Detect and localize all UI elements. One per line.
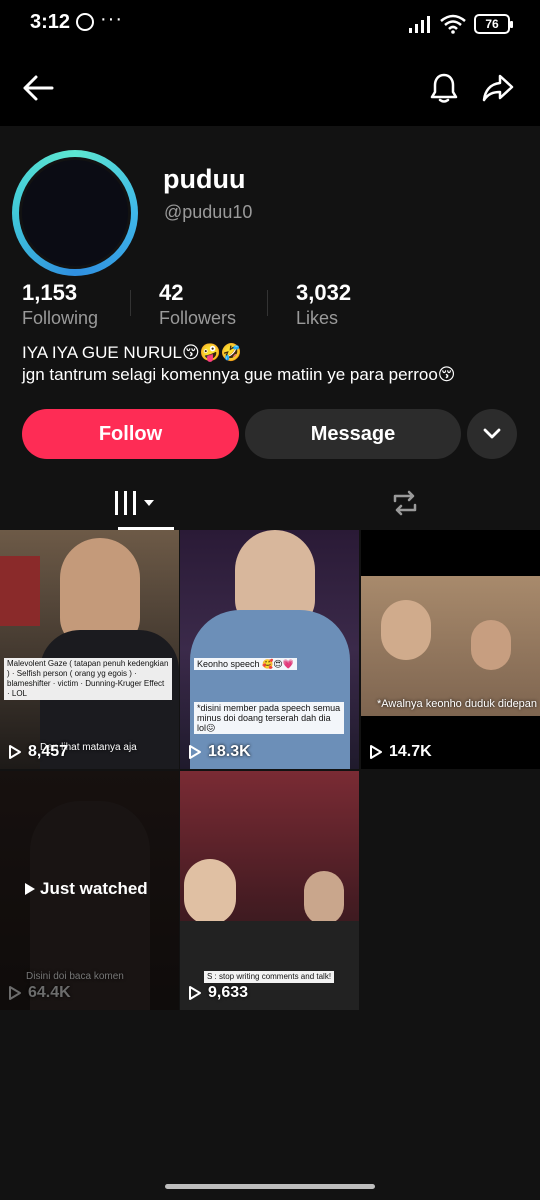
avatar[interactable]	[12, 150, 138, 276]
videos-grid-icon	[115, 491, 154, 515]
avatar-image	[19, 157, 131, 269]
video-thumbnail-face	[304, 871, 344, 925]
video-view-count: 64.4K	[28, 984, 71, 1001]
play-icon	[189, 745, 201, 759]
share-arrow-icon	[482, 74, 514, 102]
whatsapp-icon	[76, 13, 94, 31]
share-button[interactable]	[476, 66, 520, 110]
battery-icon: 76	[474, 14, 513, 34]
stat-following-label: Following	[22, 308, 99, 328]
status-bar: 3:12 ··· 76	[0, 0, 540, 50]
stat-likes[interactable]: 3,032 Likes	[296, 280, 351, 329]
video-views: 64.4K	[8, 984, 71, 1002]
profile-stats: 1,153 Following 42 Followers 3,032 Likes	[22, 280, 522, 328]
stat-followers-label: Followers	[159, 308, 237, 328]
video-view-count: 14.7K	[389, 743, 432, 760]
chevron-down-icon	[483, 428, 501, 439]
signal-icon	[409, 16, 430, 33]
stat-divider	[130, 290, 131, 316]
bio-line: IYA IYA GUE NURUL😚🤪🤣	[22, 343, 243, 362]
tab-videos[interactable]	[0, 476, 270, 530]
video-view-count: 18.3K	[208, 743, 251, 760]
video-views: 18.3K	[188, 743, 251, 761]
play-icon	[9, 745, 21, 759]
more-notifications-icon: ···	[100, 8, 123, 30]
video-view-count: 9,633	[208, 984, 249, 1001]
wifi-icon	[440, 14, 466, 34]
stat-following-value: 1,153	[22, 280, 78, 305]
video-views: 9,633	[188, 984, 248, 1002]
video-thumbnail-detail	[0, 556, 40, 626]
video-tile[interactable]: *Awalnya keonho duduk didepan 14.7K	[361, 530, 540, 769]
stat-followers-value: 42	[159, 280, 184, 305]
video-views: 14.7K	[369, 743, 432, 761]
stat-likes-label: Likes	[296, 308, 339, 328]
stat-likes-value: 3,032	[296, 280, 352, 305]
profile-tabs	[0, 476, 540, 530]
suggested-accounts-button[interactable]	[467, 409, 517, 459]
profile-content: puduu @puduu10 1,153 Following 42 Follow…	[0, 126, 540, 1200]
play-icon	[189, 986, 201, 1000]
video-tile[interactable]: Malevolent Gaze ( tatapan penuh kedengki…	[0, 530, 179, 769]
video-grid: Malevolent Gaze ( tatapan penuh kedengki…	[0, 530, 540, 1010]
follow-button[interactable]: Follow	[22, 409, 239, 459]
video-overlay-text: *Awalnya keonho duduk didepan	[377, 698, 538, 710]
top-nav	[0, 50, 540, 126]
profile-handle: @puduu10	[164, 202, 253, 222]
home-indicator[interactable]	[165, 1184, 375, 1189]
video-view-count: 8,457	[28, 743, 69, 760]
profile-bio: IYA IYA GUE NURUL😚🤪🤣 jgn tantrum selagi …	[22, 342, 532, 386]
just-watched-label: Just watched	[40, 879, 148, 898]
status-time: 3:12	[30, 11, 71, 33]
status-icons: 76	[408, 12, 513, 36]
video-tile[interactable]: S : stop writing comments and talk! 9,63…	[180, 771, 359, 1010]
video-caption: S : stop writing comments and talk!	[204, 971, 335, 983]
repost-icon	[393, 490, 417, 516]
video-overlay-text: Disini doi baca komen	[26, 971, 124, 982]
bell-icon	[430, 73, 458, 103]
video-tile[interactable]: Keonho speech 🥰😍💗 *disini member pada sp…	[180, 530, 359, 769]
play-icon	[9, 986, 21, 1000]
video-caption: Malevolent Gaze ( tatapan penuh kedengki…	[4, 658, 172, 700]
just-watched-badge: Just watched	[24, 879, 148, 899]
back-button[interactable]	[16, 66, 60, 110]
video-views: 8,457	[8, 743, 68, 761]
stat-divider	[267, 290, 268, 316]
video-thumbnail-face	[471, 620, 511, 670]
video-thumbnail-face	[184, 859, 236, 925]
notification-bell-button[interactable]	[422, 66, 466, 110]
video-thumbnail-face	[381, 600, 431, 660]
video-caption-secondary: *disini member pada speech semua minus d…	[194, 702, 344, 734]
stat-followers[interactable]: 42 Followers	[159, 280, 236, 329]
tab-reposts[interactable]	[270, 476, 540, 530]
profile-name: puduu	[163, 164, 246, 194]
message-button[interactable]: Message	[245, 409, 461, 459]
video-caption: Keonho speech 🥰😍💗	[194, 658, 297, 670]
play-filled-icon	[25, 883, 35, 895]
play-icon	[370, 745, 382, 759]
video-tile[interactable]: Just watched Disini doi baca komen 64.4K	[0, 771, 179, 1010]
back-arrow-icon	[23, 75, 54, 101]
stat-following[interactable]: 1,153 Following	[22, 280, 98, 329]
bio-line: jgn tantrum selagi komennya gue matiin y…	[22, 365, 456, 384]
